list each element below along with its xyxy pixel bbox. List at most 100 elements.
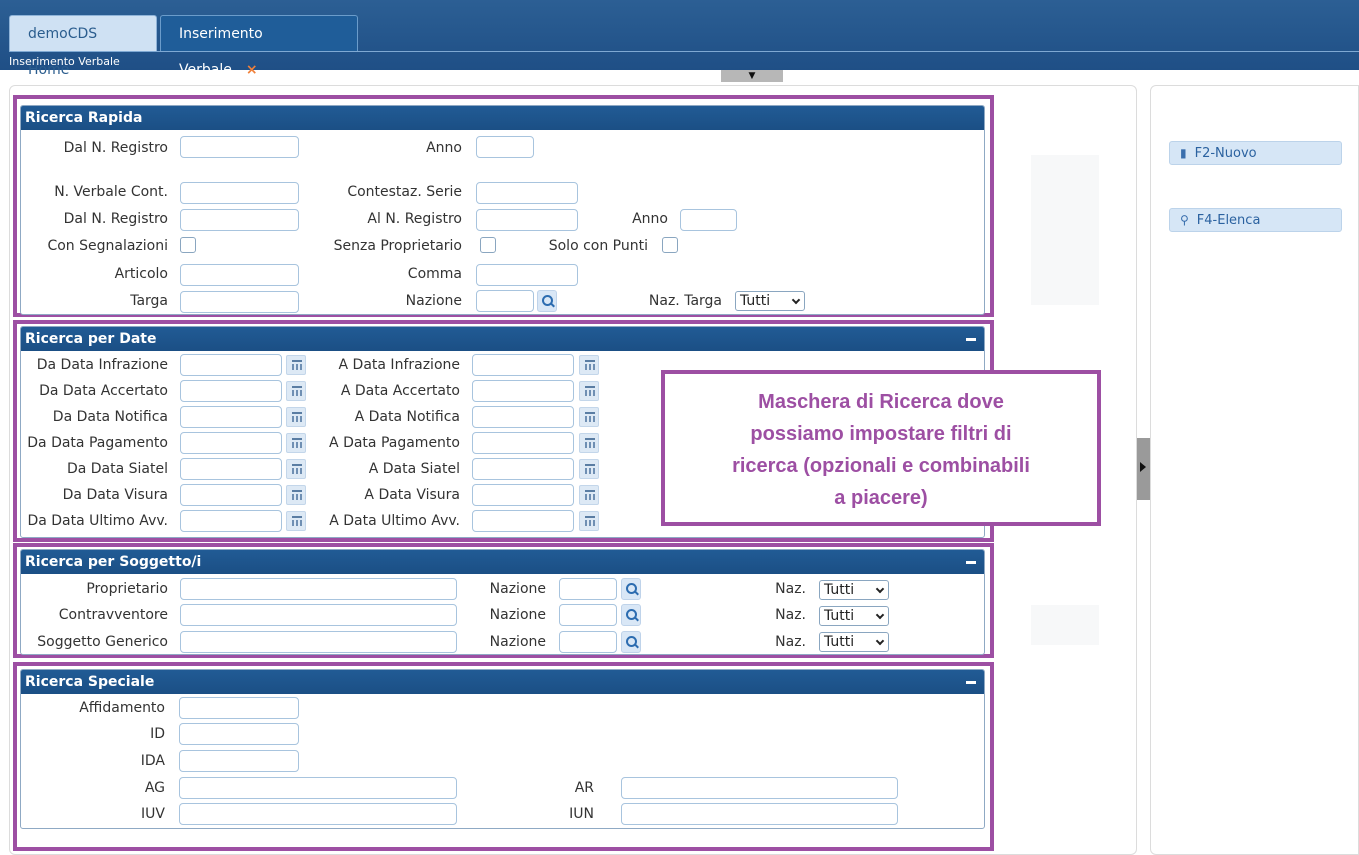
callout-line: a piacere)	[834, 487, 928, 509]
calendar-icon[interactable]	[579, 511, 599, 531]
senza-proprietario-checkbox[interactable]	[480, 237, 496, 253]
articolo-input[interactable]	[180, 264, 299, 286]
da-data-infrazione-input[interactable]	[180, 354, 282, 376]
n-verbale-cont-input[interactable]	[180, 182, 299, 204]
close-icon[interactable]: ×	[246, 62, 258, 78]
calendar-icon[interactable]	[579, 485, 599, 505]
search-icon[interactable]	[621, 578, 641, 600]
id-input[interactable]	[179, 723, 299, 745]
search-icon[interactable]	[621, 604, 641, 626]
calendar-icon[interactable]	[286, 459, 306, 479]
a-data-visura-input[interactable]	[472, 484, 574, 506]
collapse-minus-icon[interactable]	[966, 561, 976, 564]
proprietario-input[interactable]	[180, 578, 457, 600]
a-data-siatel-input[interactable]	[472, 458, 574, 480]
label-anno: Anno	[426, 140, 462, 156]
soggetto-generico-nazione-input[interactable]	[559, 631, 617, 653]
ar-input[interactable]	[621, 777, 898, 799]
soggetto-generico-naz-select[interactable]: Tutti	[819, 632, 889, 652]
label-solo-con-punti: Solo con Punti	[548, 238, 648, 254]
da-data-siatel-input[interactable]	[180, 458, 282, 480]
a-data-infrazione-input[interactable]	[472, 354, 574, 376]
ag-input[interactable]	[179, 777, 457, 799]
label-a-data-siatel: A Data Siatel	[368, 461, 460, 477]
search-icon[interactable]	[621, 631, 641, 653]
contravventore-nazione-input[interactable]	[559, 604, 617, 626]
tab-democds-home[interactable]: demoCDS Home	[9, 15, 157, 78]
callout-line: Maschera di Ricerca dove	[758, 391, 1004, 413]
f4-elenca-label: F4-Elenca	[1196, 213, 1261, 228]
soggetto-generico-input[interactable]	[180, 631, 457, 653]
comma-input[interactable]	[476, 264, 578, 286]
proprietario-nazione-input[interactable]	[559, 578, 617, 600]
section-title: Ricerca per Date	[21, 327, 984, 351]
label-iuv: IUV	[141, 806, 165, 822]
da-data-notifica-input[interactable]	[180, 406, 282, 428]
breadcrumb: Inserimento Verbale	[9, 55, 120, 68]
affidamento-input[interactable]	[179, 697, 299, 719]
label-proprietario: Proprietario	[86, 581, 168, 597]
naz-targa-select[interactable]: Tutti	[735, 291, 805, 311]
label-ar: AR	[574, 780, 594, 796]
calendar-icon[interactable]	[579, 355, 599, 375]
dal-n-registro-input[interactable]	[180, 136, 299, 158]
annotation-callout: Maschera di Ricerca dove possiamo impost…	[661, 370, 1101, 526]
section-title: Ricerca per Soggetto/i	[21, 550, 984, 574]
dal-n-registro-range-input[interactable]	[180, 209, 299, 231]
label-da-data-notifica: Da Data Notifica	[52, 409, 168, 425]
a-data-ultimo-avv-input[interactable]	[472, 510, 574, 532]
a-data-pagamento-input[interactable]	[472, 432, 574, 454]
a-data-accertato-input[interactable]	[472, 380, 574, 402]
label-a-data-visura: A Data Visura	[364, 487, 460, 503]
calendar-icon[interactable]	[579, 407, 599, 427]
al-n-registro-input[interactable]	[476, 209, 578, 231]
anno-input[interactable]	[476, 136, 534, 158]
section-title: Ricerca Speciale	[21, 670, 984, 694]
tab-inserimento-verbale[interactable]: Inserimento Verbale ×	[160, 15, 358, 78]
chevron-down-icon	[791, 295, 801, 305]
anno-range-input[interactable]	[680, 209, 737, 231]
label-contravventore: Contravventore	[58, 607, 168, 623]
calendar-icon[interactable]	[286, 433, 306, 453]
collapse-minus-icon[interactable]	[966, 681, 976, 684]
targa-input[interactable]	[180, 291, 299, 313]
a-data-notifica-input[interactable]	[472, 406, 574, 428]
label-nazione: Nazione	[489, 581, 546, 597]
contravventore-input[interactable]	[180, 604, 457, 626]
iuv-input[interactable]	[179, 803, 457, 825]
contestaz-serie-input[interactable]	[476, 182, 578, 204]
calendar-icon[interactable]	[579, 433, 599, 453]
calendar-icon[interactable]	[286, 511, 306, 531]
f2-nuovo-button[interactable]: ▮ F2-Nuovo	[1169, 141, 1342, 165]
calendar-icon[interactable]	[286, 381, 306, 401]
label-nazione: Nazione	[489, 607, 546, 623]
calendar-icon[interactable]	[579, 459, 599, 479]
label-nazione: Nazione	[489, 634, 546, 650]
calendar-icon[interactable]	[286, 407, 306, 427]
da-data-ultimo-avv-input[interactable]	[180, 510, 282, 532]
collapse-toggle-down-icon[interactable]: ▼	[721, 70, 783, 82]
calendar-icon[interactable]	[286, 355, 306, 375]
ida-input[interactable]	[179, 750, 299, 772]
calendar-icon[interactable]	[579, 381, 599, 401]
label-contestaz-serie: Contestaz. Serie	[347, 184, 462, 200]
da-data-visura-input[interactable]	[180, 484, 282, 506]
nazione-input[interactable]	[476, 290, 534, 312]
iun-input[interactable]	[621, 803, 898, 825]
splitter-handle[interactable]	[1137, 438, 1150, 500]
label-da-data-siatel: Da Data Siatel	[66, 461, 168, 477]
da-data-accertato-input[interactable]	[180, 380, 282, 402]
proprietario-naz-select[interactable]: Tutti	[819, 580, 889, 600]
con-segnalazioni-checkbox[interactable]	[180, 237, 196, 253]
callout-line: possiamo impostare filtri di	[750, 423, 1012, 445]
label-n-verbale-cont: N. Verbale Cont.	[54, 184, 168, 200]
calendar-icon[interactable]	[286, 485, 306, 505]
f4-elenca-button[interactable]: ⚲ F4-Elenca	[1169, 208, 1342, 232]
solo-con-punti-checkbox[interactable]	[662, 237, 678, 253]
search-icon[interactable]	[537, 290, 557, 312]
collapse-minus-icon[interactable]	[966, 338, 976, 341]
label-dal-n-registro-2: Dal N. Registro	[63, 211, 168, 227]
contravventore-naz-select[interactable]: Tutti	[819, 606, 889, 626]
da-data-pagamento-input[interactable]	[180, 432, 282, 454]
select-value: Tutti	[824, 608, 855, 624]
